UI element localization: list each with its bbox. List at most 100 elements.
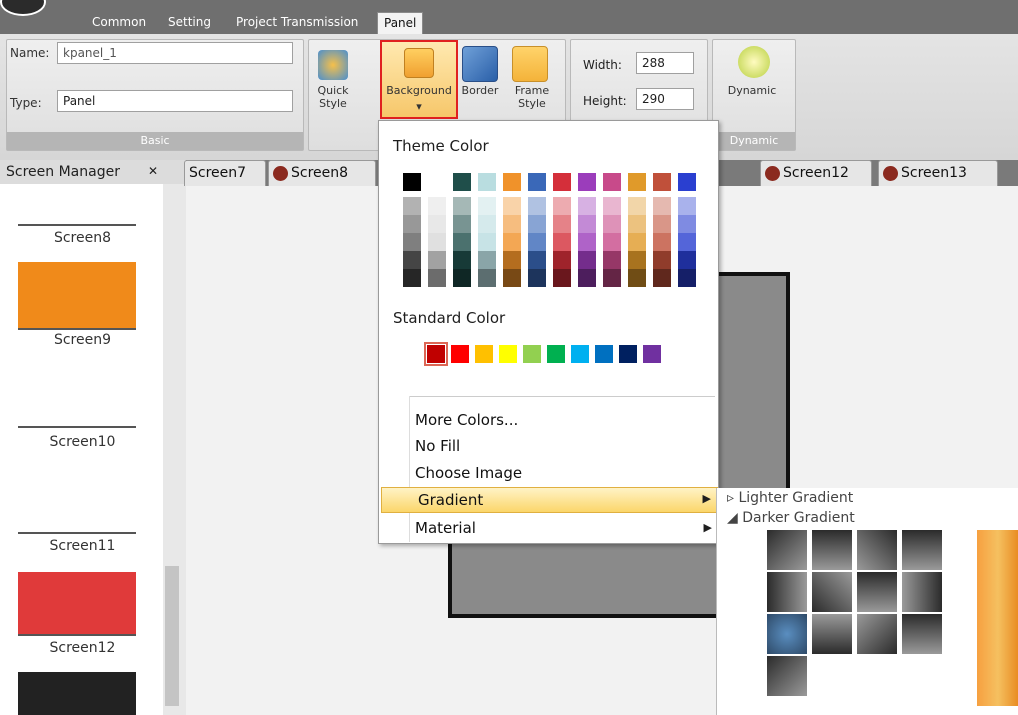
color-swatch[interactable]	[628, 197, 646, 215]
color-swatch[interactable]	[403, 269, 421, 287]
dynamic-icon[interactable]	[738, 46, 770, 78]
screen-label[interactable]: Screen11	[0, 538, 165, 554]
color-swatch[interactable]	[403, 215, 421, 233]
color-swatch[interactable]	[678, 215, 696, 233]
tab-common[interactable]: Common	[92, 12, 146, 34]
color-swatch[interactable]	[603, 269, 621, 287]
color-swatch[interactable]	[628, 251, 646, 269]
color-swatch[interactable]	[478, 233, 496, 251]
frame-style-button[interactable]: Frame Style	[508, 84, 556, 110]
color-swatch[interactable]	[478, 215, 496, 233]
color-swatch[interactable]	[403, 251, 421, 269]
background-button[interactable]: Background ▾	[380, 40, 458, 119]
color-swatch[interactable]	[603, 215, 621, 233]
color-swatch[interactable]	[553, 173, 571, 191]
color-swatch[interactable]	[453, 269, 471, 287]
color-swatch[interactable]	[503, 215, 521, 233]
color-swatch[interactable]	[428, 233, 446, 251]
color-swatch[interactable]	[478, 269, 496, 287]
color-swatch[interactable]	[553, 251, 571, 269]
gradient-swatch[interactable]	[902, 614, 942, 654]
quick-style-button[interactable]: Quick Style	[308, 84, 358, 110]
thumb-screen8[interactable]	[18, 188, 136, 226]
color-swatch[interactable]	[603, 233, 621, 251]
scrollbar-thumb[interactable]	[165, 566, 179, 706]
color-swatch[interactable]	[428, 251, 446, 269]
color-swatch[interactable]	[653, 269, 671, 287]
color-swatch[interactable]	[571, 345, 589, 363]
doc-tab[interactable]: Screen12	[760, 160, 872, 186]
color-swatch[interactable]	[528, 197, 546, 215]
height-stepper[interactable]: 290	[636, 88, 694, 110]
gradient-swatch[interactable]	[767, 656, 807, 696]
color-swatch[interactable]	[578, 233, 596, 251]
no-fill-item[interactable]: No Fill	[415, 437, 460, 455]
color-swatch[interactable]	[523, 345, 541, 363]
color-swatch[interactable]	[453, 173, 471, 191]
color-swatch[interactable]	[528, 269, 546, 287]
color-swatch[interactable]	[678, 251, 696, 269]
color-swatch[interactable]	[453, 215, 471, 233]
quick-style-icon[interactable]	[318, 50, 348, 80]
name-field[interactable]: kpanel_1	[57, 42, 293, 64]
color-swatch[interactable]	[578, 251, 596, 269]
thumb-screen9[interactable]	[18, 262, 136, 330]
color-swatch[interactable]	[553, 215, 571, 233]
color-swatch[interactable]	[503, 269, 521, 287]
gradient-swatch[interactable]	[812, 614, 852, 654]
thumb-screen12[interactable]	[18, 572, 136, 636]
gradient-swatch[interactable]	[857, 572, 897, 612]
gradient-swatch[interactable]	[767, 614, 807, 654]
screen-label[interactable]: Screen9	[0, 332, 165, 348]
color-swatch[interactable]	[553, 197, 571, 215]
frame-style-icon[interactable]	[512, 46, 548, 82]
choose-image-item[interactable]: Choose Image	[415, 464, 522, 482]
color-swatch[interactable]	[603, 251, 621, 269]
color-swatch[interactable]	[478, 173, 496, 191]
darker-gradient-item[interactable]: ◢ Darker Gradient	[727, 510, 855, 526]
tab-setting[interactable]: Setting	[168, 12, 211, 34]
more-colors-item[interactable]: More Colors...	[415, 411, 518, 429]
dynamic-button[interactable]: Dynamic	[716, 84, 788, 97]
color-swatch[interactable]	[553, 269, 571, 287]
color-swatch[interactable]	[428, 197, 446, 215]
color-swatch[interactable]	[528, 215, 546, 233]
type-field[interactable]: Panel	[57, 90, 293, 112]
gradient-swatch[interactable]	[812, 530, 852, 570]
color-swatch[interactable]	[553, 233, 571, 251]
color-swatch[interactable]	[628, 269, 646, 287]
color-swatch[interactable]	[578, 215, 596, 233]
color-swatch[interactable]	[403, 233, 421, 251]
color-swatch[interactable]	[528, 233, 546, 251]
color-swatch[interactable]	[428, 269, 446, 287]
gradient-item[interactable]: Gradient ▶	[381, 487, 718, 513]
color-swatch[interactable]	[478, 197, 496, 215]
color-swatch[interactable]	[595, 345, 613, 363]
gradient-swatch[interactable]	[857, 530, 897, 570]
screen-label[interactable]: Screen8	[0, 230, 165, 246]
color-swatch[interactable]	[478, 251, 496, 269]
color-swatch[interactable]	[453, 197, 471, 215]
color-swatch[interactable]	[653, 251, 671, 269]
tab-project-transmission[interactable]: Project Transmission	[236, 12, 358, 34]
color-swatch[interactable]	[628, 233, 646, 251]
color-swatch[interactable]	[428, 173, 446, 191]
thumb-screen13[interactable]	[18, 672, 136, 715]
color-swatch[interactable]	[578, 269, 596, 287]
color-swatch[interactable]	[653, 215, 671, 233]
color-swatch[interactable]	[643, 345, 661, 363]
screen-label[interactable]: Screen10	[0, 434, 165, 450]
color-swatch[interactable]	[628, 173, 646, 191]
material-item[interactable]: Material	[415, 519, 476, 537]
border-button[interactable]: Border	[458, 84, 502, 97]
color-swatch[interactable]	[547, 345, 565, 363]
gradient-swatch[interactable]	[767, 530, 807, 570]
tab-panel[interactable]: Panel	[377, 12, 424, 34]
close-icon[interactable]: ✕	[148, 164, 158, 178]
color-swatch[interactable]	[678, 233, 696, 251]
color-swatch[interactable]	[453, 251, 471, 269]
gradient-swatch[interactable]	[812, 572, 852, 612]
color-swatch[interactable]	[653, 197, 671, 215]
color-swatch[interactable]	[653, 173, 671, 191]
border-icon[interactable]	[462, 46, 498, 82]
